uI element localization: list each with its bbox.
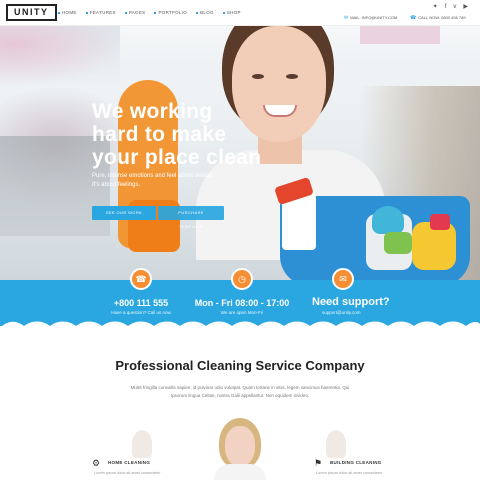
opening-hours: Mon - Fri 08:00 - 17:00	[194, 298, 290, 308]
vacuum-icon: ⚙	[92, 458, 101, 468]
phone-text: CALL NOW: 0800 456 789	[418, 15, 466, 20]
description-line: Ipsorum lingua Celtae, nostra Galli appe…	[170, 393, 310, 398]
purchase-template-button[interactable]: PURCHASE TEMPLATE	[158, 206, 224, 229]
nav-bullet-icon	[196, 11, 199, 14]
nav-label: FEATURES	[89, 10, 116, 15]
top-navigation-bar: UNITY HOME FEATURES PAGES PORTFOLIO BLOG…	[0, 0, 480, 26]
service-label-building[interactable]: BUILDING CLEANING	[330, 460, 382, 465]
nav-label: PAGES	[128, 10, 146, 15]
sponge	[384, 232, 412, 254]
hero-subtitle-line: It's about feelings.	[92, 182, 141, 188]
page: UNITY HOME FEATURES PAGES PORTFOLIO BLOG…	[0, 0, 480, 480]
service-text-home: Lorem ipsum dolor sit amet consectetur	[94, 471, 161, 475]
service-image-faded	[132, 430, 152, 458]
section-title: Professional Cleaning Service Company	[115, 358, 365, 373]
email-text: MAIL: INFO@UNITY.COM	[350, 15, 398, 20]
nav-label: PORTFOLIO	[158, 10, 188, 15]
eye-shape	[286, 74, 298, 79]
nav-bullet-icon	[124, 11, 127, 14]
main-nav: HOME FEATURES PAGES PORTFOLIO BLOG SHOP	[58, 10, 250, 15]
support-email[interactable]: support@unity.com	[322, 310, 361, 315]
nav-item-blog[interactable]: BLOG	[196, 10, 214, 15]
phone-icon: ☎	[130, 268, 152, 290]
mail-icon: ✉	[344, 15, 349, 21]
contact-phone[interactable]: ☎ CALL NOW: 0800 456 789	[410, 15, 466, 21]
cloud-edge	[0, 321, 480, 332]
section-description: Mulrit fringilla convallis sapien, id pu…	[118, 384, 362, 400]
support-icon: ✉	[332, 268, 354, 290]
twitter-icon[interactable]: ✦	[433, 4, 438, 10]
nav-item-features[interactable]: FEATURES	[85, 10, 116, 15]
yellow-bottle-cap	[430, 214, 450, 230]
nav-item-shop[interactable]: SHOP	[222, 10, 241, 15]
clock-icon: ◷	[231, 268, 253, 290]
support-title: Need support?	[312, 296, 390, 308]
eye-shape	[252, 74, 264, 79]
contact-email[interactable]: ✉ MAIL: INFO@UNITY.COM	[344, 15, 397, 21]
see-our-work-button[interactable]: SEE OUR WORK	[92, 206, 156, 220]
hero-title-line: We working	[92, 100, 213, 123]
vimeo-icon[interactable]: v	[453, 4, 456, 10]
nav-bullet-icon	[222, 11, 225, 14]
social-links: ✦ f v ▶	[433, 4, 468, 10]
nav-item-pages[interactable]: PAGES	[124, 10, 146, 15]
hero-title: We working hard to make your place clean	[92, 100, 332, 169]
nav-item-portfolio[interactable]: PORTFOLIO	[154, 10, 187, 15]
nav-bullet-icon	[154, 11, 157, 14]
hero-title-line: your place clean	[92, 146, 262, 169]
nav-label: BLOG	[200, 10, 214, 15]
service-text-building: Lorem ipsum dolor sit amet consectetur	[316, 471, 383, 475]
nav-label: SHOP	[226, 10, 241, 15]
background-shape	[360, 26, 440, 44]
nav-label: HOME	[62, 10, 77, 15]
nav-bullet-icon	[85, 11, 88, 14]
cleaner-icon: ⚑	[314, 458, 323, 468]
phone-icon: ☎	[410, 15, 417, 21]
service-label-home[interactable]: HOME CLEANING	[108, 460, 150, 465]
description-line: Mulrit fringilla convallis sapien, id pu…	[130, 385, 350, 390]
nav-item-home[interactable]: HOME	[58, 10, 77, 15]
facebook-icon[interactable]: f	[445, 4, 447, 10]
service-person-shirt	[214, 464, 266, 480]
hero-subtitle: Pure, intense emotions and feel about de…	[92, 172, 272, 190]
background-shape	[0, 26, 130, 86]
nav-bullet-icon	[58, 11, 60, 14]
service-person-face	[225, 426, 255, 466]
hero-title-line: hard to make	[92, 123, 227, 146]
youtube-icon[interactable]: ▶	[463, 4, 468, 10]
hours-caption: We are open Mon-Fri	[220, 310, 264, 315]
detergent-bottle-cap	[372, 206, 404, 234]
service-image-faded	[326, 430, 346, 458]
site-logo[interactable]: UNITY	[6, 4, 57, 21]
hero-subtitle-line: Pure, intense emotions and feel about de…	[92, 173, 215, 179]
